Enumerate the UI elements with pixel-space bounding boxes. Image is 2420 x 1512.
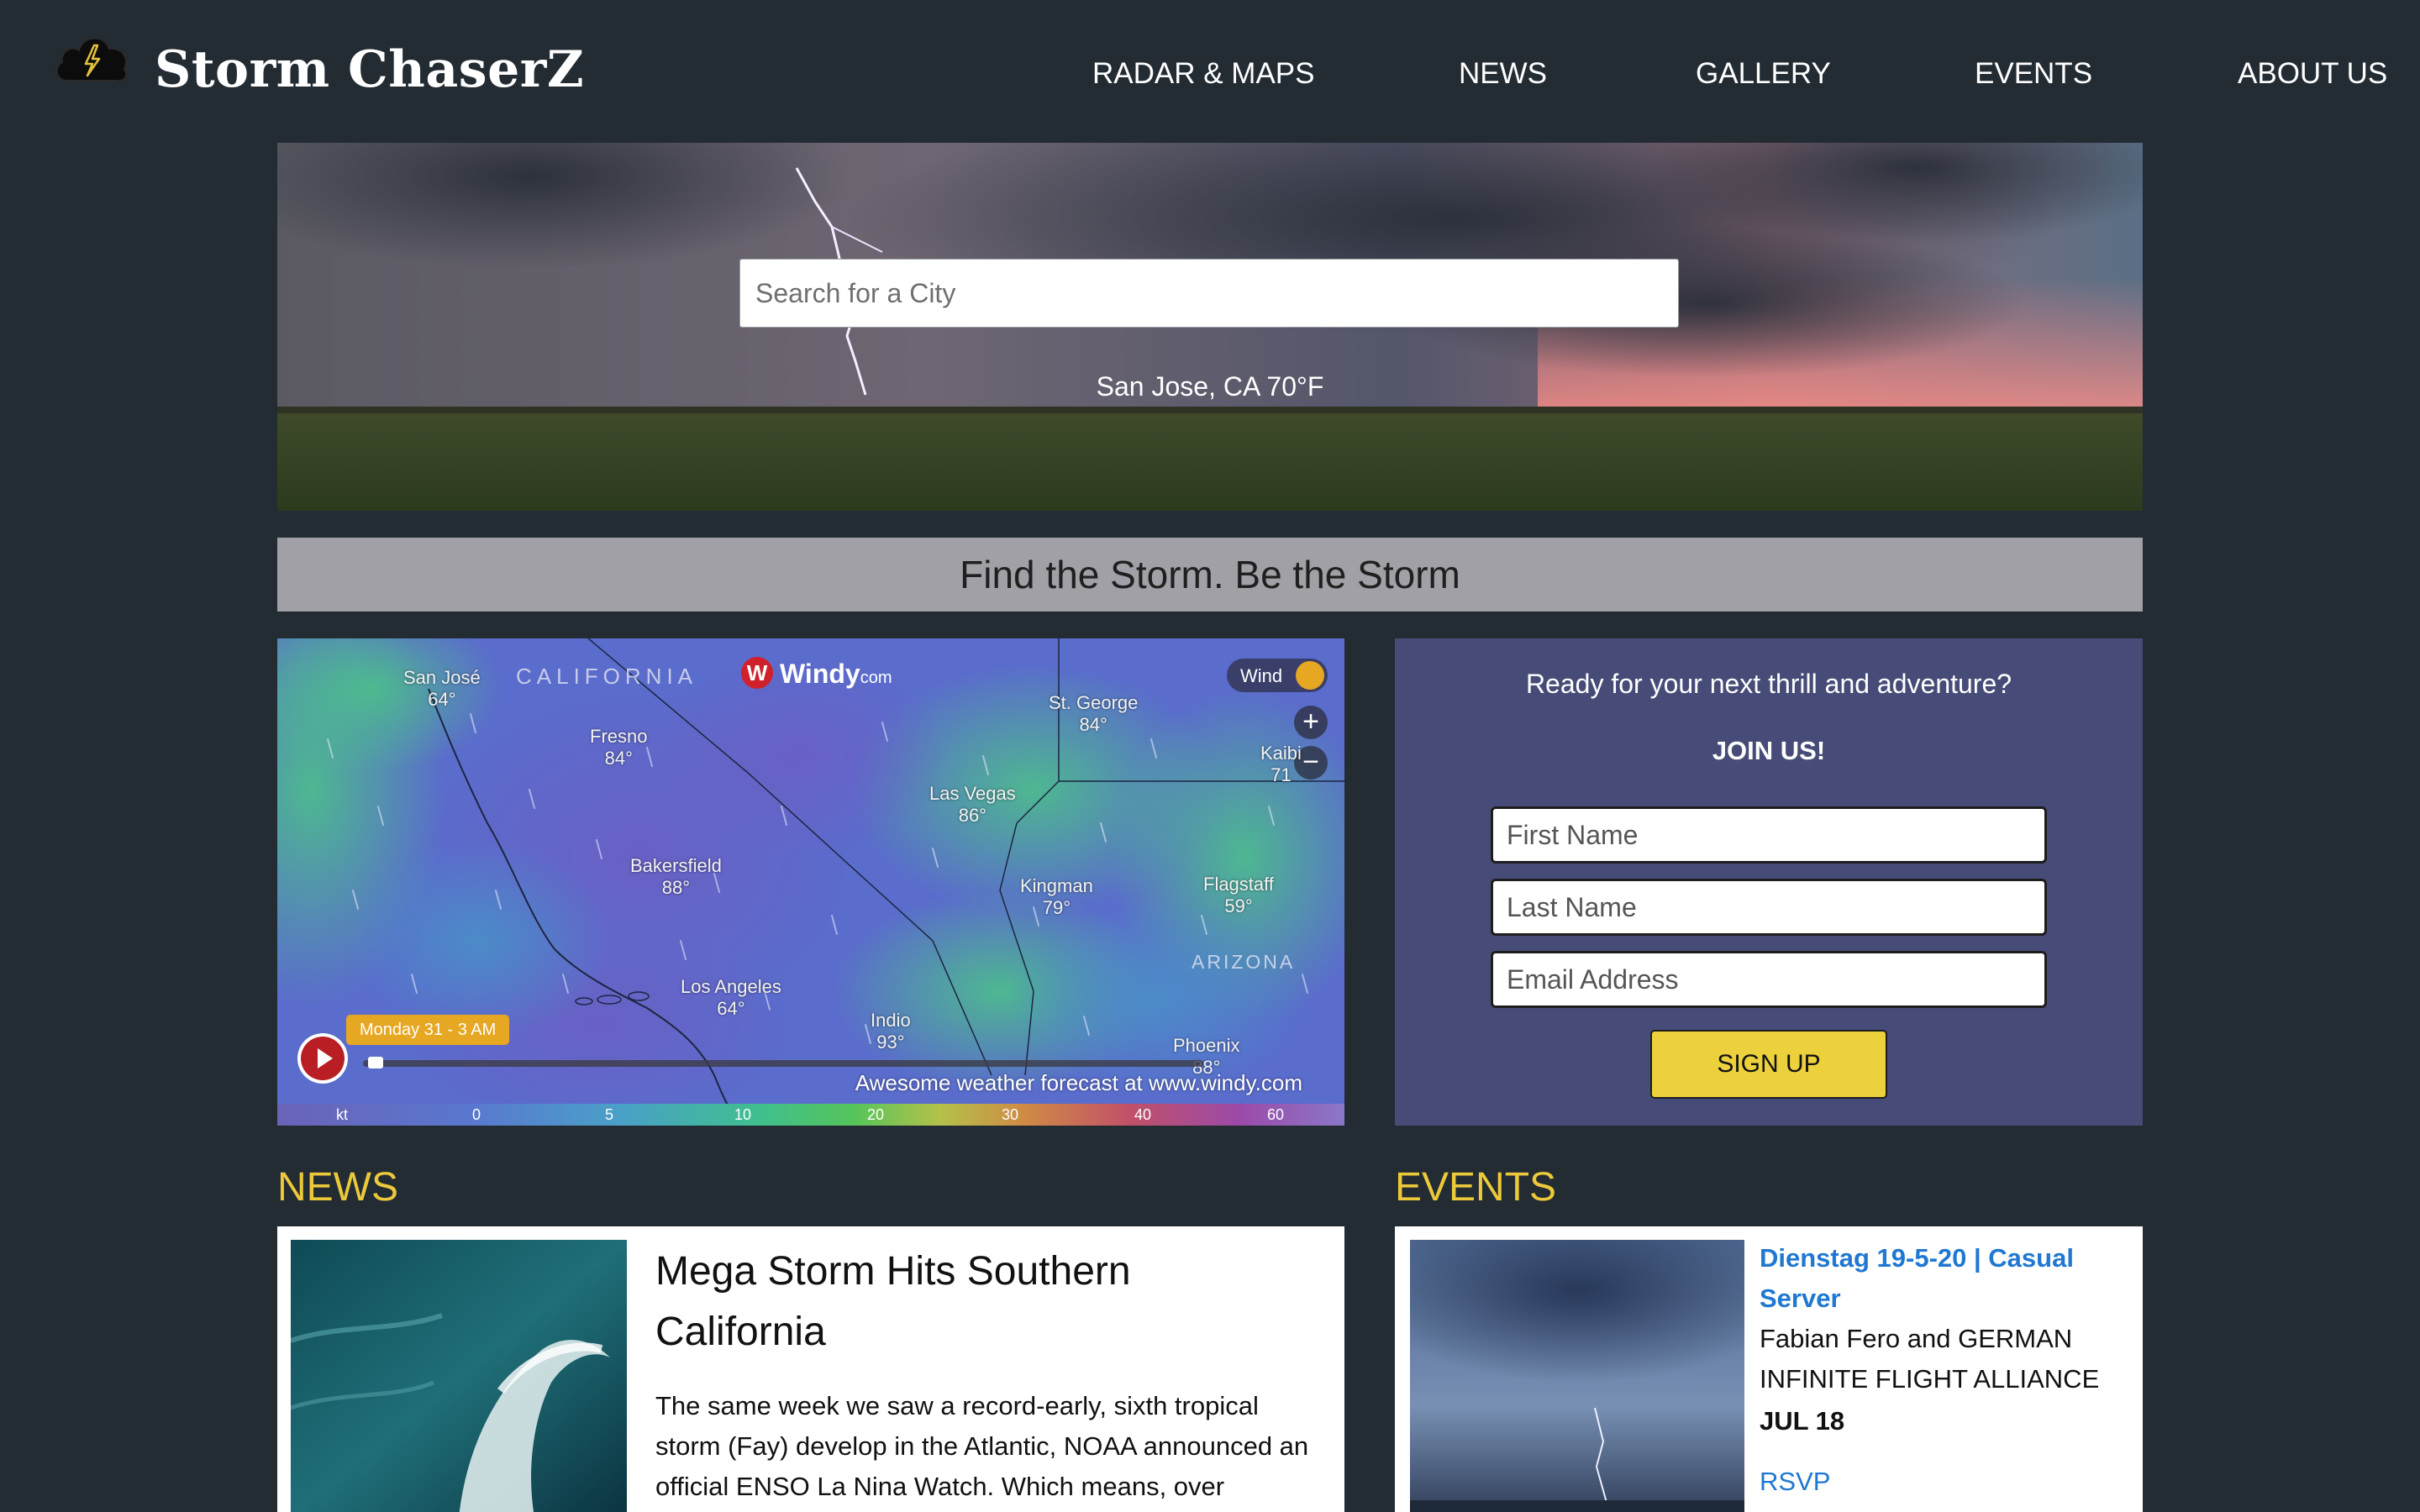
tagline-banner: Find the Storm. Be the Storm — [277, 538, 2143, 612]
timeline-track[interactable] — [363, 1060, 1203, 1067]
events-heading: EVENTS — [1395, 1165, 1557, 1210]
city-search-input[interactable] — [739, 259, 1679, 328]
forecast-time-badge: Monday 31 - 3 AM — [346, 1015, 510, 1045]
play-animation-button[interactable] — [297, 1033, 348, 1084]
windy-brand-suffix: com — [860, 669, 892, 687]
windy-forecast-link[interactable]: Awesome weather forecast at www.windy.co… — [855, 1070, 1302, 1096]
nav-events[interactable]: EVENTS — [1975, 57, 2092, 91]
city-label-las-vegas: Las Vegas 86° — [929, 783, 1016, 826]
event-date: JUL 18 — [1760, 1406, 1845, 1436]
map-region-california: CALIFORNIA — [516, 664, 698, 689]
scale-tick: 60 — [1267, 1106, 1285, 1123]
windy-brand-name: Windy — [780, 659, 860, 689]
wind-layer-icon — [1296, 661, 1324, 690]
event-host: Fabian Fero and GERMAN INFINITE FLIGHT A… — [1760, 1324, 2100, 1394]
news-wave-image[interactable] — [291, 1240, 627, 1512]
scale-tick: 0 — [472, 1106, 481, 1123]
scale-unit: kt — [336, 1106, 349, 1123]
windy-badge-icon: W — [741, 657, 773, 689]
zoom-in-button[interactable]: + — [1294, 706, 1328, 739]
city-label-fresno: Fresno 84° — [590, 726, 648, 769]
city-label-los-angeles: Los Angeles 64° — [681, 976, 781, 1019]
main-nav: RADAR & MAPS NEWS GALLERY EVENTS ABOUT U… — [0, 57, 2420, 97]
signup-join-heading: JOIN US! — [1712, 736, 1826, 765]
wind-speed-scale: kt 0 5 10 20 30 40 60 — [277, 1104, 1344, 1126]
map-region-arizona: ARIZONA — [1192, 951, 1296, 973]
news-article-excerpt: The same week we saw a record-early, six… — [655, 1391, 1309, 1501]
news-heading: NEWS — [277, 1165, 398, 1210]
event-title-link[interactable]: Dienstag 19-5-20 | Casual Server — [1760, 1238, 2129, 1319]
site-header: Storm ChaserZ RADAR & MAPS NEWS GALLERY … — [0, 0, 2420, 143]
sign-up-button[interactable]: SIGN UP — [1650, 1030, 1887, 1099]
nav-radar-maps[interactable]: RADAR & MAPS — [1092, 57, 1315, 91]
scale-tick: 5 — [605, 1106, 614, 1123]
first-name-field[interactable] — [1491, 806, 2047, 864]
timeline-handle[interactable] — [368, 1057, 383, 1068]
play-icon — [301, 1037, 345, 1080]
signup-lead-text: Ready for your next thrill and adventure… — [1525, 669, 2012, 699]
event-card: Dienstag 19-5-20 | Casual Server Fabian … — [1395, 1226, 2143, 1512]
city-label-kingman: Kingman 79° — [1020, 875, 1093, 918]
scale-tick: 30 — [1002, 1106, 1019, 1123]
signup-panel: Ready for your next thrill and adventure… — [1395, 638, 2143, 1126]
city-label-kaibi: Kaibi 71 — [1260, 743, 1302, 785]
hero-banner: San Jose, CA 70°F — [277, 143, 2143, 511]
city-label-san-jose: San José 64° — [403, 667, 481, 710]
email-field[interactable] — [1491, 951, 2047, 1008]
city-label-flagstaff: Flagstaff 59° — [1203, 874, 1274, 916]
current-location-temp: San Jose, CA 70°F — [1096, 371, 1324, 402]
news-article-title[interactable]: Mega Storm Hits Southern California — [655, 1242, 1294, 1362]
nav-about-us[interactable]: ABOUT US — [2238, 57, 2387, 91]
city-label-st-george: St. George 84° — [1049, 692, 1139, 735]
event-rsvp-link[interactable]: RSVP — [1760, 1467, 1830, 1497]
windy-weather-map[interactable]: CALIFORNIA ARIZONA W Windycom Wind + − S… — [277, 638, 1344, 1126]
wind-layer-label: Wind — [1240, 665, 1283, 686]
city-label-bakersfield: Bakersfield 88° — [630, 855, 722, 898]
city-label-indio: Indio 93° — [871, 1010, 911, 1053]
scale-tick: 10 — [734, 1106, 752, 1123]
nav-gallery[interactable]: GALLERY — [1696, 57, 1831, 91]
event-storm-image[interactable] — [1410, 1240, 1744, 1512]
nav-news[interactable]: NEWS — [1459, 57, 1547, 91]
scale-tick: 20 — [867, 1106, 885, 1123]
wind-layer-toggle[interactable]: Wind — [1227, 659, 1328, 692]
scale-tick: 40 — [1134, 1106, 1152, 1123]
news-card[interactable]: Mega Storm Hits Southern California The … — [277, 1226, 1344, 1512]
last-name-field[interactable] — [1491, 879, 2047, 936]
